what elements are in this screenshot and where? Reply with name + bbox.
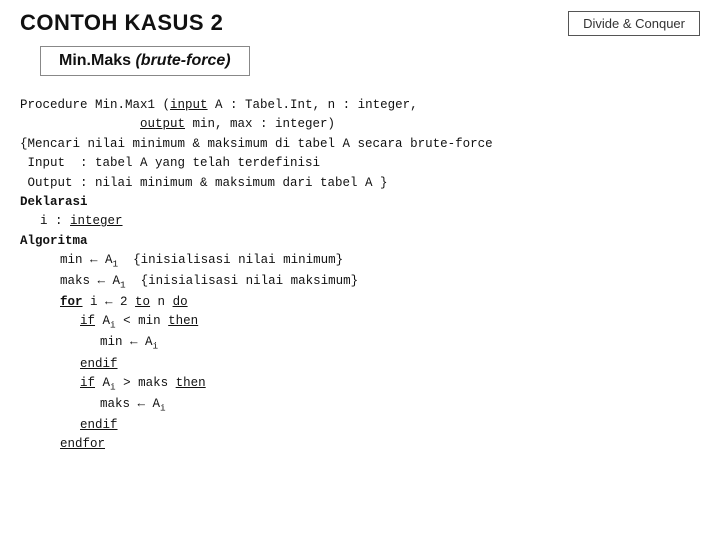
topic-badge: Divide & Conquer	[568, 11, 700, 36]
code-line-3: {Mencari nilai minimum & maksimum di tab…	[20, 135, 700, 154]
code-line-12: if Ai < min then	[20, 312, 700, 333]
subtitle-italic: (brute-force)	[131, 52, 231, 69]
code-block: Procedure Min.Max1 (input A : Tabel.Int,…	[20, 96, 700, 455]
subtitle-box: Min.Maks (brute-force)	[40, 46, 250, 76]
code-line-13: min ← Ai	[20, 333, 700, 354]
code-line-17: endif	[20, 416, 700, 435]
code-line-10: maks ← A1 {inisialisasi nilai maksimum}	[20, 272, 700, 293]
page-title: CONTOH KASUS 2	[20, 10, 223, 36]
code-line-11: for i ← 2 to n do	[20, 293, 700, 312]
code-line-2: output min, max : integer)	[20, 115, 700, 134]
subtitle-main: Min.Maks	[59, 52, 131, 69]
code-line-18: endfor	[20, 435, 700, 454]
code-line-14: endif	[20, 355, 700, 374]
code-line-4: Input : tabel A yang telah terdefinisi	[20, 154, 700, 173]
code-line-16: maks ← Ai	[20, 395, 700, 416]
code-line-1: Procedure Min.Max1 (input A : Tabel.Int,…	[20, 96, 700, 115]
code-line-8: Algoritma	[20, 232, 700, 251]
code-line-9: min ← A1 {inisialisasi nilai minimum}	[20, 251, 700, 272]
code-line-7: i : integer	[20, 212, 700, 231]
code-line-6: Deklarasi	[20, 193, 700, 212]
code-line-5: Output : nilai minimum & maksimum dari t…	[20, 174, 700, 193]
code-line-15: if Ai > maks then	[20, 374, 700, 395]
